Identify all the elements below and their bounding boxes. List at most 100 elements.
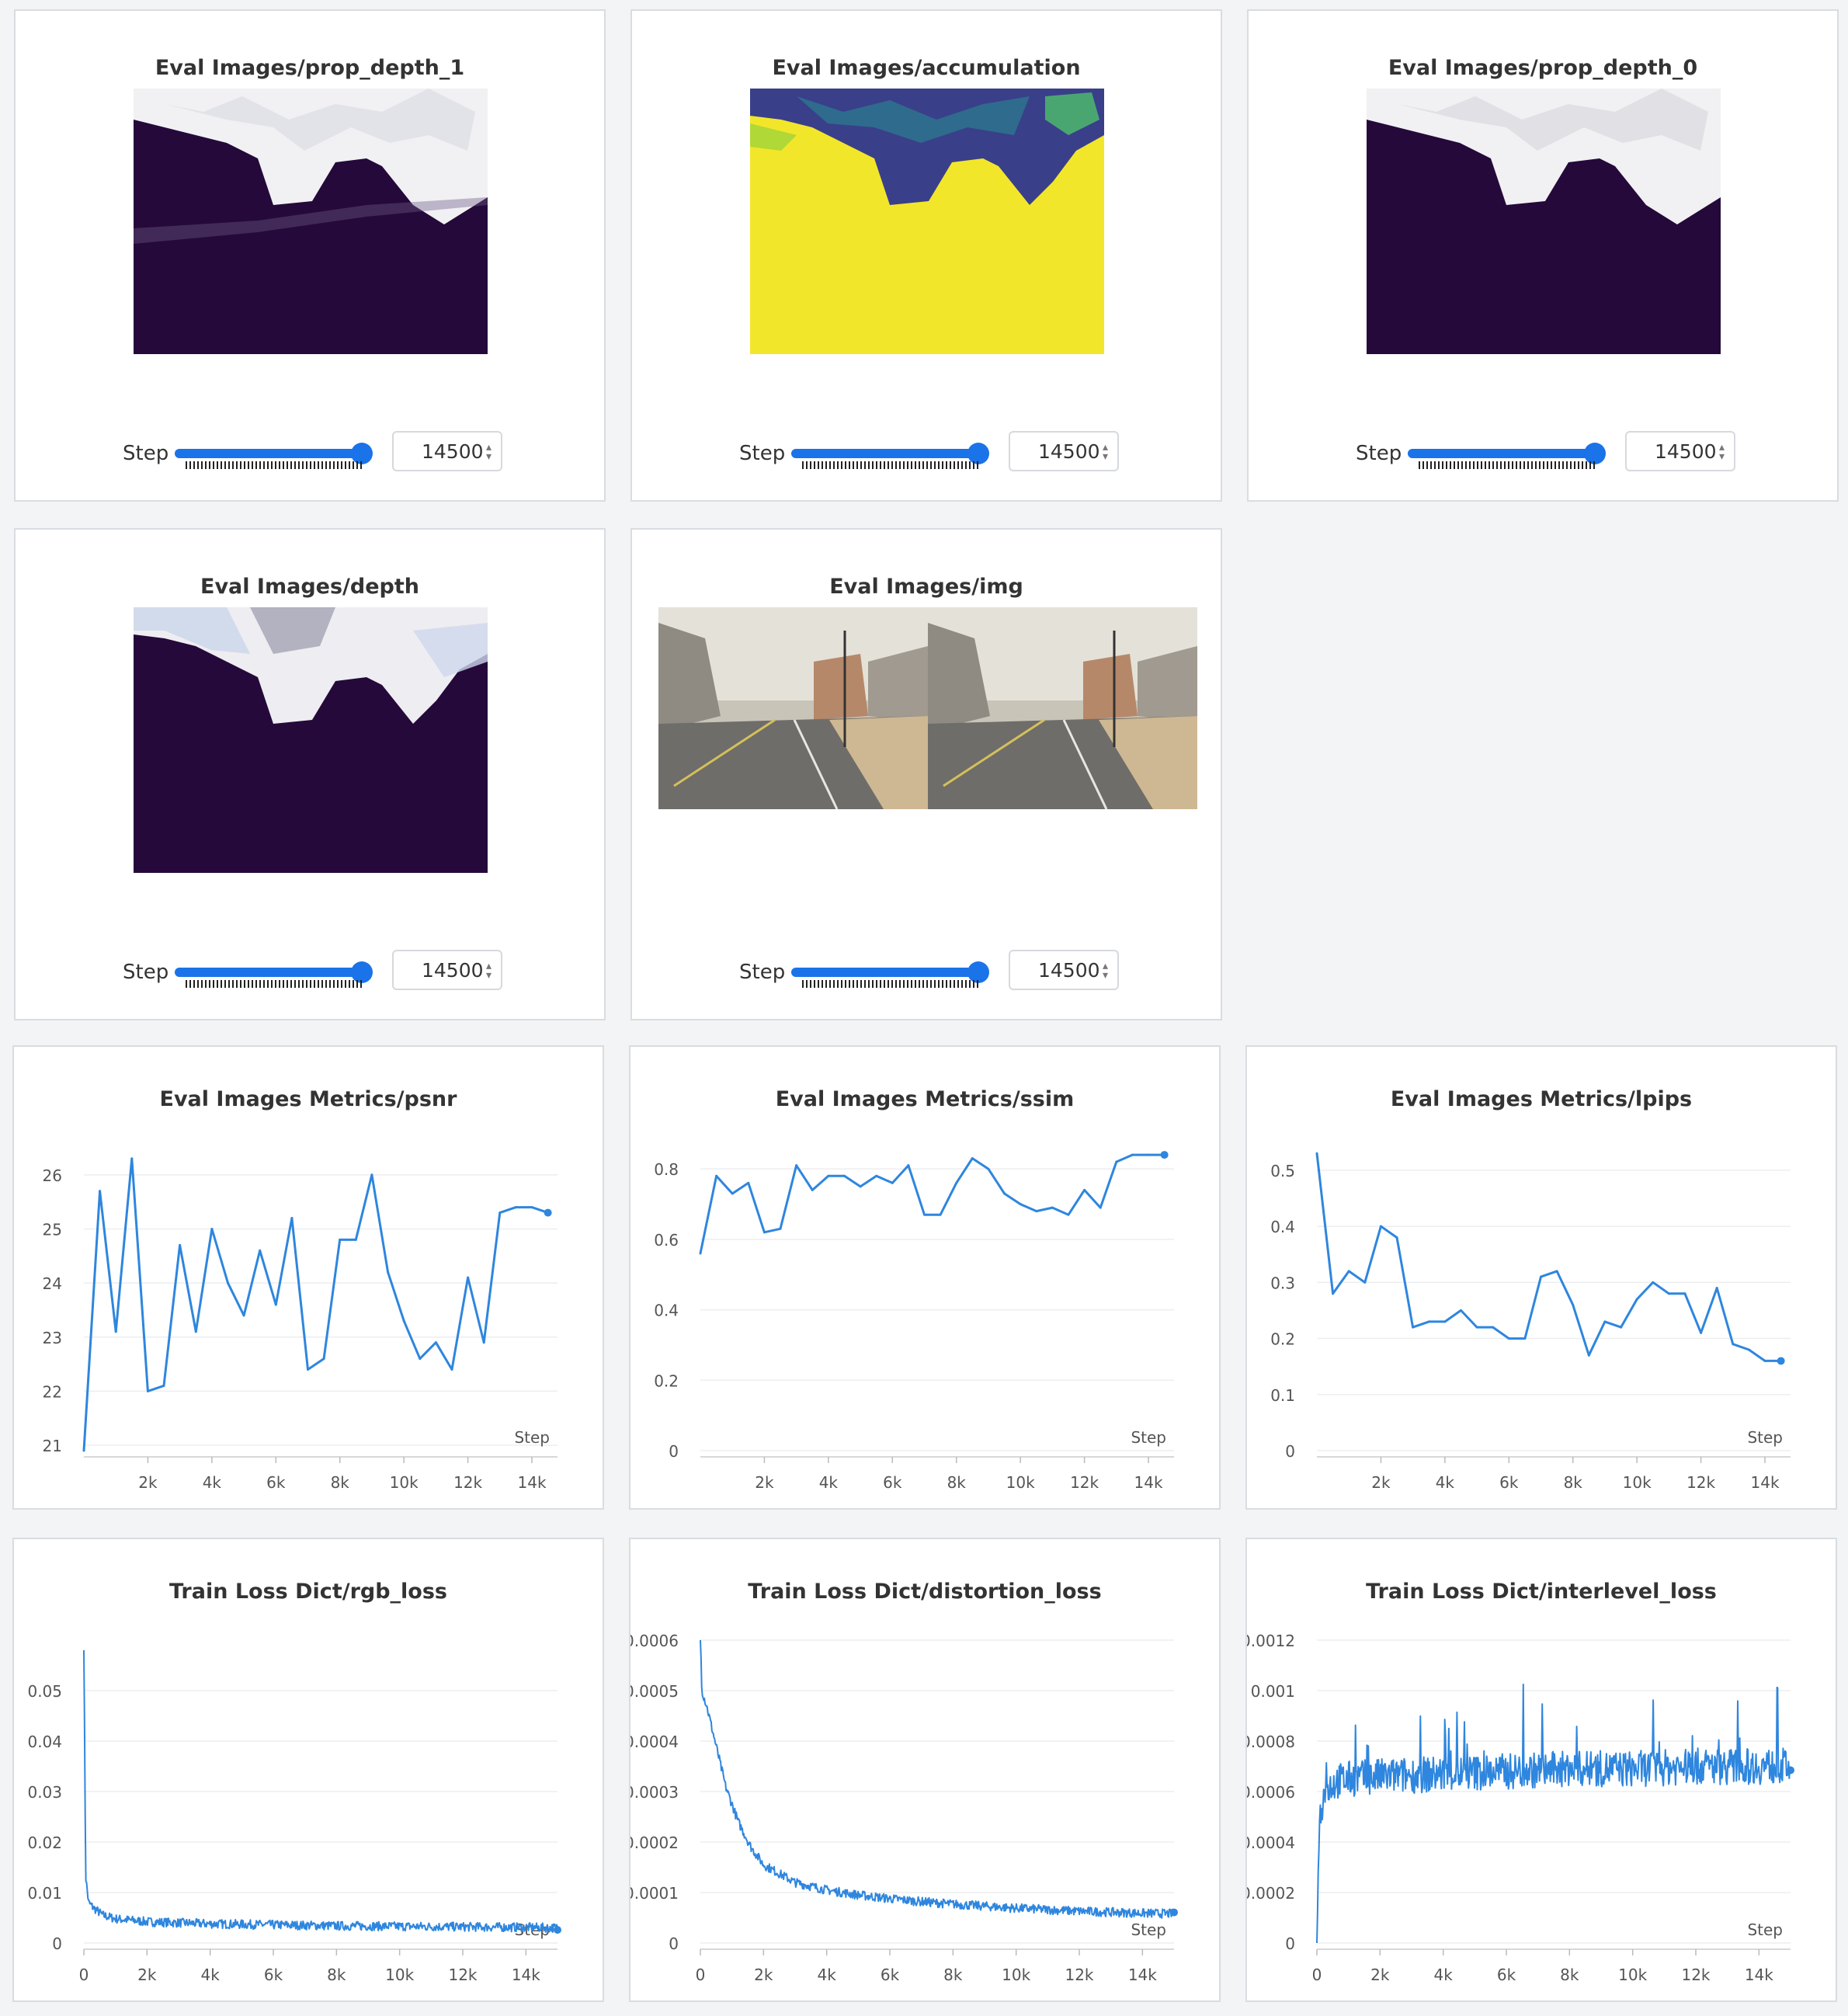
data-point (1131, 1153, 1134, 1156)
slider-track (791, 449, 975, 458)
x-tick-label: 4k (1434, 1966, 1454, 1984)
data-point (274, 1303, 277, 1306)
slider-ticks (1419, 461, 1595, 469)
data-point (450, 1368, 453, 1371)
chart-panel: Train Loss Dict/distortion_loss 0 0.0001 0.… (624, 1538, 1221, 2002)
image-panel: Eval Images/accumulation Step 14500 ▴ ▾ (630, 9, 1222, 502)
data-point (1572, 1303, 1575, 1306)
line-chart: Train Loss Dict/rgb_loss 0 0.01 0.02 0.03 0.0… (27, 1580, 561, 1984)
x-tick-label: 6k (264, 1966, 283, 1984)
data-point (811, 1188, 814, 1191)
step-slider[interactable] (175, 435, 373, 469)
spinner-icon[interactable]: ▴ ▾ (1103, 961, 1108, 981)
data-point (194, 1330, 197, 1333)
x-tick-label: 8k (331, 1473, 350, 1492)
y-tick-label: 0.3 (1270, 1274, 1295, 1292)
data-point (715, 1174, 718, 1177)
chart-title: Eval Images Metrics/ssim (776, 1087, 1075, 1111)
step-value: 14500 (422, 440, 484, 463)
step-input[interactable]: 14500 ▴ ▾ (1625, 431, 1735, 471)
data-point (530, 1206, 533, 1209)
data-point (1540, 1275, 1543, 1278)
data-point (322, 1357, 325, 1361)
last-point-marker (554, 1926, 561, 1934)
y-tick-label: 0.01 (27, 1884, 62, 1903)
data-point (827, 1174, 830, 1177)
data-point (1667, 1292, 1670, 1295)
x-tick-label: 4k (818, 1966, 837, 1984)
last-point-marker (1777, 1357, 1785, 1365)
y-tick-label: 0 (669, 1442, 679, 1461)
x-tick-label: 8k (1564, 1473, 1583, 1492)
data-point (923, 1213, 926, 1216)
panel-title: Eval Images/depth (200, 575, 419, 599)
step-value: 14500 (1038, 440, 1100, 463)
panel-title: Eval Images/prop_depth_1 (155, 56, 465, 80)
x-tick-label: 4k (201, 1966, 221, 1984)
step-slider[interactable] (791, 954, 989, 988)
spinner-icon[interactable]: ▴ ▾ (1719, 442, 1725, 462)
x-tick-label: 10k (390, 1473, 419, 1492)
chart-panel: Eval Images Metrics/psnr 21 22 23 24 25 26 2k 4k… (12, 1045, 604, 1510)
step-value: 14500 (1655, 440, 1717, 463)
x-tick-label: 12k (1070, 1473, 1099, 1492)
step-label: Step (739, 442, 786, 465)
data-point (747, 1181, 750, 1184)
spinner-icon[interactable]: ▴ ▾ (486, 442, 492, 462)
series-line (699, 1153, 1165, 1254)
data-point (1412, 1326, 1415, 1329)
data-point (779, 1227, 782, 1230)
data-point (514, 1206, 517, 1209)
panel-title: Eval Images/prop_depth_0 (1388, 56, 1698, 80)
x-tick-label: 6k (266, 1473, 286, 1492)
data-point (1763, 1359, 1766, 1362)
accumulation-image (750, 89, 1104, 354)
data-point (482, 1341, 485, 1344)
data-point (907, 1164, 910, 1167)
x-tick-label: 12k (1065, 1966, 1093, 1984)
depth-image (134, 607, 488, 873)
x-tick-label: 6k (1497, 1966, 1516, 1984)
step-input[interactable]: 14500 ▴ ▾ (392, 950, 502, 990)
slider-ticks (802, 461, 978, 469)
slider-track (791, 968, 975, 977)
step-input[interactable]: 14500 ▴ ▾ (1009, 431, 1119, 471)
data-point (1603, 1320, 1607, 1323)
line-chart: Train Loss Dict/interlevel_loss 0 0.0002 0.… (1241, 1580, 1794, 1984)
step-slider[interactable] (1408, 435, 1606, 469)
data-point (1115, 1160, 1118, 1163)
step-input[interactable]: 14500 ▴ ▾ (1009, 950, 1119, 990)
y-tick-label: 0.1 (1270, 1386, 1295, 1405)
y-tick-label: 25 (43, 1220, 62, 1239)
data-point (370, 1173, 373, 1177)
x-tick-label: 10k (1006, 1473, 1035, 1492)
spinner-icon[interactable]: ▴ ▾ (486, 961, 492, 981)
chart-title: Train Loss Dict/distortion_loss (748, 1580, 1101, 1604)
x-axis-label: Step (1747, 1920, 1783, 1939)
data-point (226, 1281, 229, 1284)
slider-ticks (802, 980, 978, 988)
x-tick-label: 2k (755, 1473, 774, 1492)
x-tick-label: 8k (1560, 1966, 1579, 1984)
y-tick-label: 0.0001 (630, 1884, 679, 1903)
data-point (1099, 1206, 1102, 1209)
data-point (339, 1238, 342, 1241)
data-point (179, 1243, 182, 1246)
series-line (82, 1157, 549, 1451)
image-panel: Eval Images/depth Step 14500 ▴ ▾ (14, 528, 606, 1020)
data-point (1587, 1354, 1590, 1357)
y-tick-label: 0.0004 (630, 1733, 679, 1751)
spinner-icon[interactable]: ▴ ▾ (1103, 442, 1108, 462)
last-point-marker (1160, 1151, 1169, 1159)
x-tick-label: 14k (518, 1473, 547, 1492)
x-axis-label: Step (1131, 1428, 1166, 1447)
data-point (467, 1276, 470, 1279)
data-point (1147, 1153, 1150, 1156)
step-slider[interactable] (791, 435, 989, 469)
step-input[interactable]: 14500 ▴ ▾ (392, 431, 502, 471)
step-slider[interactable] (175, 954, 373, 988)
line-chart: Eval Images Metrics/psnr 21 22 23 24 25 26 2k 4k… (43, 1087, 558, 1492)
y-tick-label: 0.0008 (1247, 1733, 1295, 1751)
data-point (1347, 1270, 1350, 1273)
last-point-marker (544, 1208, 552, 1217)
